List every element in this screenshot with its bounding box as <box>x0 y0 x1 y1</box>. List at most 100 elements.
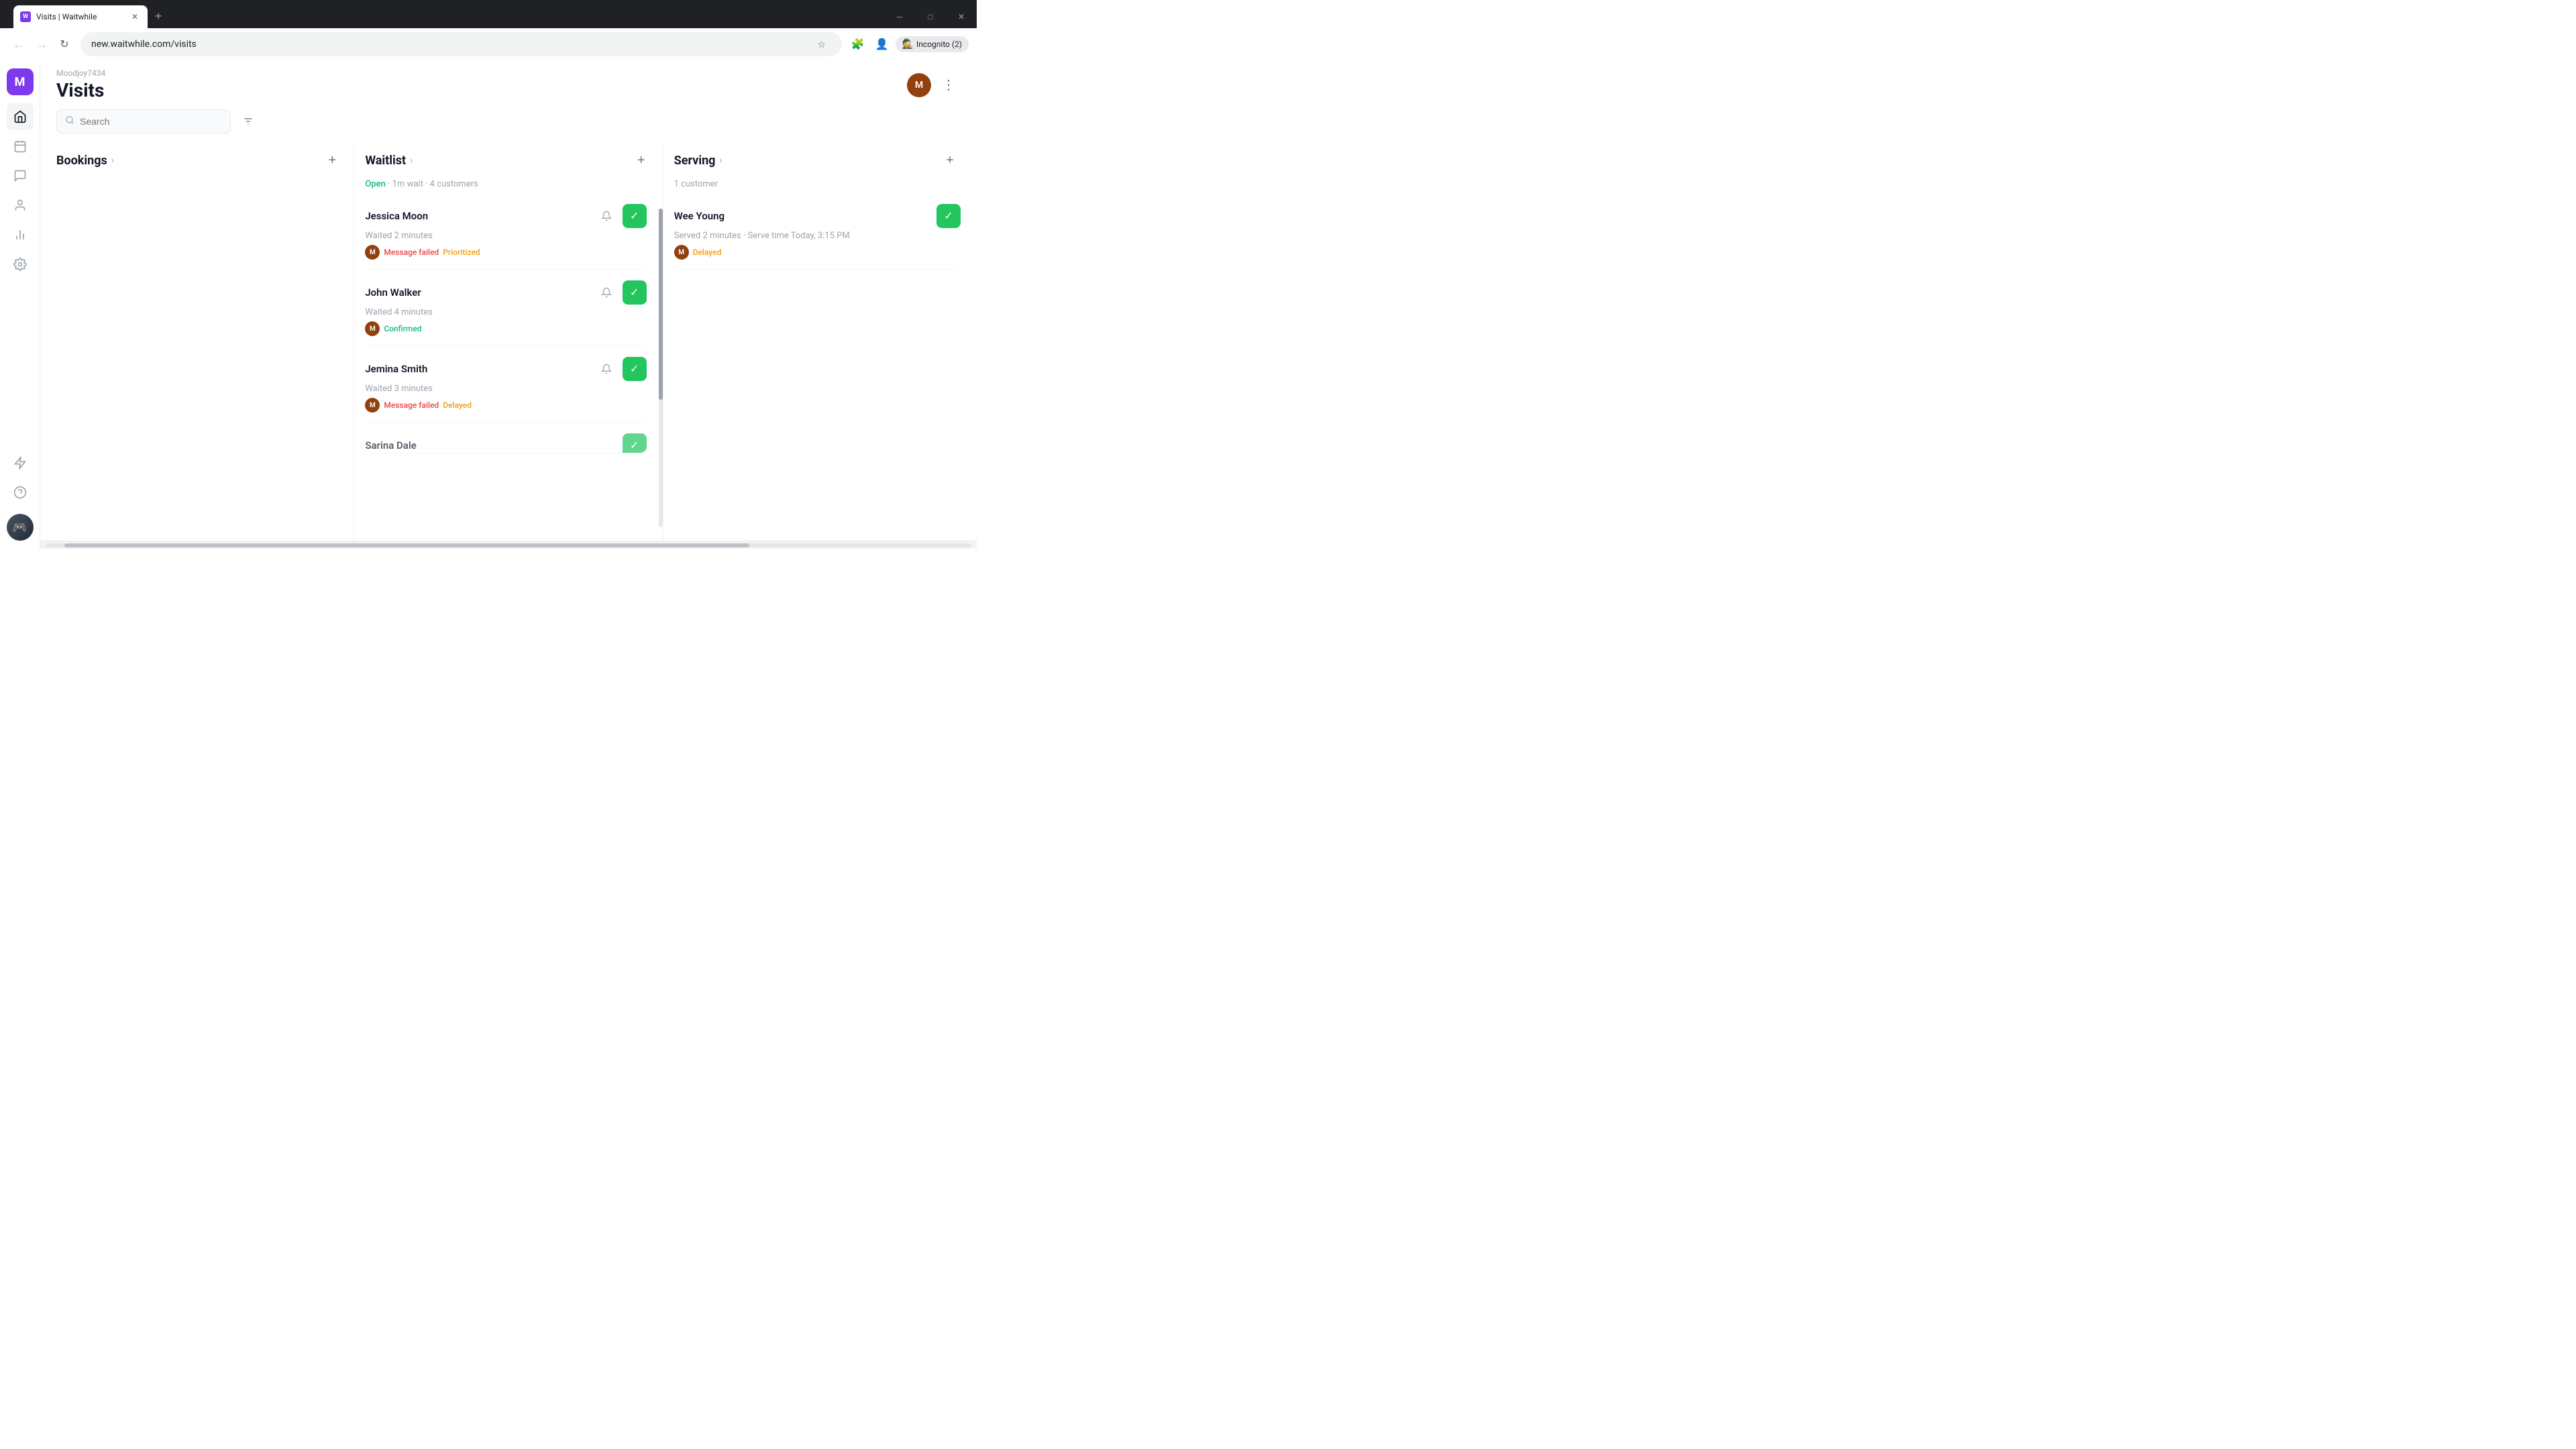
window-controls-left <box>0 5 11 28</box>
tag-confirmed-john: Confirmed <box>384 324 421 333</box>
search-bar <box>40 101 977 142</box>
minimize-button[interactable]: ─ <box>884 6 915 28</box>
visit-wait-john: Waited 4 minutes <box>365 307 646 317</box>
sidebar-item-users[interactable] <box>7 192 34 219</box>
app-container: M 🎮 Moo <box>0 60 977 549</box>
active-tab[interactable]: W Visits | Waitwhile ✕ <box>13 5 148 28</box>
bell-jessica-button[interactable] <box>596 205 617 227</box>
sidebar-item-lightning[interactable] <box>7 449 34 476</box>
waitlist-list: Jessica Moon ✓ Waited 2 minutes M M <box>365 195 651 541</box>
waitlist-status: Open · 1m wait · 4 customers <box>365 179 651 195</box>
column-serving: Serving › + 1 customer Wee Young ✓ <box>674 142 961 541</box>
tag-delayed-jemina: Delayed <box>443 400 472 410</box>
tag-message-failed-jemina: Message failed <box>384 400 439 410</box>
columns-container: Bookings › + Waitlist › + Open <box>40 142 977 541</box>
waitlist-title: Waitlist <box>365 154 406 168</box>
bookings-chevron[interactable]: › <box>111 155 114 166</box>
filter-button[interactable] <box>236 109 260 133</box>
serving-title: Serving <box>674 154 716 168</box>
serving-list: Wee Young ✓ Served 2 minutes · Serve tim… <box>674 195 961 541</box>
check-wee-button[interactable]: ✓ <box>936 204 961 228</box>
sidebar-logo[interactable]: M <box>7 68 34 95</box>
bookings-add-button[interactable]: + <box>321 150 343 171</box>
waitlist-status-text: · 1m wait · 4 customers <box>388 179 478 189</box>
visit-wait-jemina: Waited 3 minutes <box>365 384 646 394</box>
visit-card-john-walker[interactable]: John Walker ✓ Waited 4 minutes M Co <box>365 271 646 346</box>
url-text: new.waitwhile.com/visits <box>91 39 812 50</box>
serving-add-button[interactable]: + <box>939 150 961 171</box>
visit-wait-wee: Served 2 minutes · Serve time Today, 3:1… <box>674 231 961 241</box>
search-input-wrapper[interactable] <box>56 109 231 133</box>
avatar-jemina: M <box>365 398 380 413</box>
waitlist-add-button[interactable]: + <box>631 150 652 171</box>
bookmark-button[interactable]: ☆ <box>812 35 831 54</box>
tag-delayed-wee: Delayed <box>693 248 722 257</box>
visit-card-wee-young[interactable]: Wee Young ✓ Served 2 minutes · Serve tim… <box>674 195 961 270</box>
tag-message-failed-jessica: Message failed <box>384 248 439 257</box>
visit-name-sarina: Sarina Dale <box>365 439 416 451</box>
search-icon <box>65 115 74 127</box>
bookings-title: Bookings <box>56 154 107 168</box>
check-jessica-button[interactable]: ✓ <box>623 204 647 228</box>
bottom-scrollbar[interactable] <box>40 541 977 549</box>
check-sarina-button[interactable]: ✓ <box>623 433 647 453</box>
sidebar-item-calendar[interactable] <box>7 133 34 160</box>
bell-john-button[interactable] <box>596 282 617 303</box>
column-bookings: Bookings › + <box>56 142 354 541</box>
waitlist-chevron[interactable]: › <box>410 155 413 166</box>
tab-title: Visits | Waitwhile <box>36 12 123 21</box>
avatar-jessica: M <box>365 245 380 260</box>
check-jemina-button[interactable]: ✓ <box>623 357 647 381</box>
sidebar-user-avatar[interactable]: 🎮 <box>7 514 34 541</box>
extensions-button[interactable]: 🧩 <box>847 34 869 55</box>
profile-button[interactable]: 👤 <box>871 34 893 55</box>
serving-status: 1 customer <box>674 179 961 195</box>
sidebar-item-settings[interactable] <box>7 251 34 278</box>
visit-name-wee: Wee Young <box>674 210 724 222</box>
tab-favicon: W <box>20 11 31 22</box>
bookings-list <box>56 179 343 541</box>
back-button[interactable]: ← <box>8 34 30 55</box>
tag-prioritized-jessica: Prioritized <box>443 248 480 257</box>
new-tab-button[interactable]: + <box>149 7 168 25</box>
visit-card-sarina-dale[interactable]: Sarina Dale ✓ <box>365 424 646 453</box>
close-window-button[interactable]: ✕ <box>946 6 977 28</box>
sidebar-item-chat[interactable] <box>7 162 34 189</box>
search-input[interactable] <box>80 116 222 127</box>
visit-name-jemina: Jemina Smith <box>365 363 427 375</box>
sidebar-item-home[interactable] <box>7 103 34 130</box>
visit-card-jemina-smith[interactable]: Jemina Smith ✓ Waited 3 minutes M M <box>365 347 646 423</box>
visit-name: Jessica Moon <box>365 210 428 222</box>
page-title: Visits <box>56 79 105 101</box>
reload-button[interactable]: ↻ <box>54 34 75 55</box>
waitlist-open-label: Open <box>365 179 385 189</box>
browser-chrome: W Visits | Waitwhile ✕ + ─ □ ✕ ← → ↻ new… <box>0 0 977 60</box>
sidebar-item-analytics[interactable] <box>7 221 34 248</box>
tab-close-button[interactable]: ✕ <box>129 11 141 23</box>
more-options-button[interactable]: ⋮ <box>936 73 961 97</box>
bell-jemina-button[interactable] <box>596 358 617 380</box>
sidebar-item-help[interactable] <box>7 479 34 506</box>
visit-card-jessica-moon[interactable]: Jessica Moon ✓ Waited 2 minutes M M <box>365 195 646 270</box>
incognito-icon: 🕵 <box>902 39 914 50</box>
url-bar[interactable]: new.waitwhile.com/visits ☆ <box>80 32 842 56</box>
forward-button[interactable]: → <box>31 34 52 55</box>
omnibox-bar: ← → ↻ new.waitwhile.com/visits ☆ 🧩 👤 🕵 I… <box>0 28 977 60</box>
visit-wait-jessica: Waited 2 minutes <box>365 231 646 241</box>
user-menu-avatar[interactable]: M <box>907 73 931 97</box>
avatar-wee: M <box>674 245 689 260</box>
visit-name-john: John Walker <box>365 286 421 299</box>
serving-chevron[interactable]: › <box>719 155 722 166</box>
incognito-label: Incognito (2) <box>916 40 962 49</box>
column-waitlist: Waitlist › + Open · 1m wait · 4 customer… <box>365 142 663 541</box>
incognito-badge[interactable]: 🕵 Incognito (2) <box>896 36 969 52</box>
page-header: Moodjoy7434 Visits M ⋮ <box>40 60 977 101</box>
maximize-button[interactable]: □ <box>915 6 946 28</box>
main-content: Moodjoy7434 Visits M ⋮ <box>40 60 977 549</box>
avatar-john: M <box>365 321 380 336</box>
org-name: Moodjoy7434 <box>56 68 105 78</box>
waitlist-scrollbar[interactable] <box>659 209 663 527</box>
sidebar: M 🎮 <box>0 60 40 549</box>
check-john-button[interactable]: ✓ <box>623 280 647 305</box>
window-controls: ─ □ ✕ <box>884 5 977 28</box>
